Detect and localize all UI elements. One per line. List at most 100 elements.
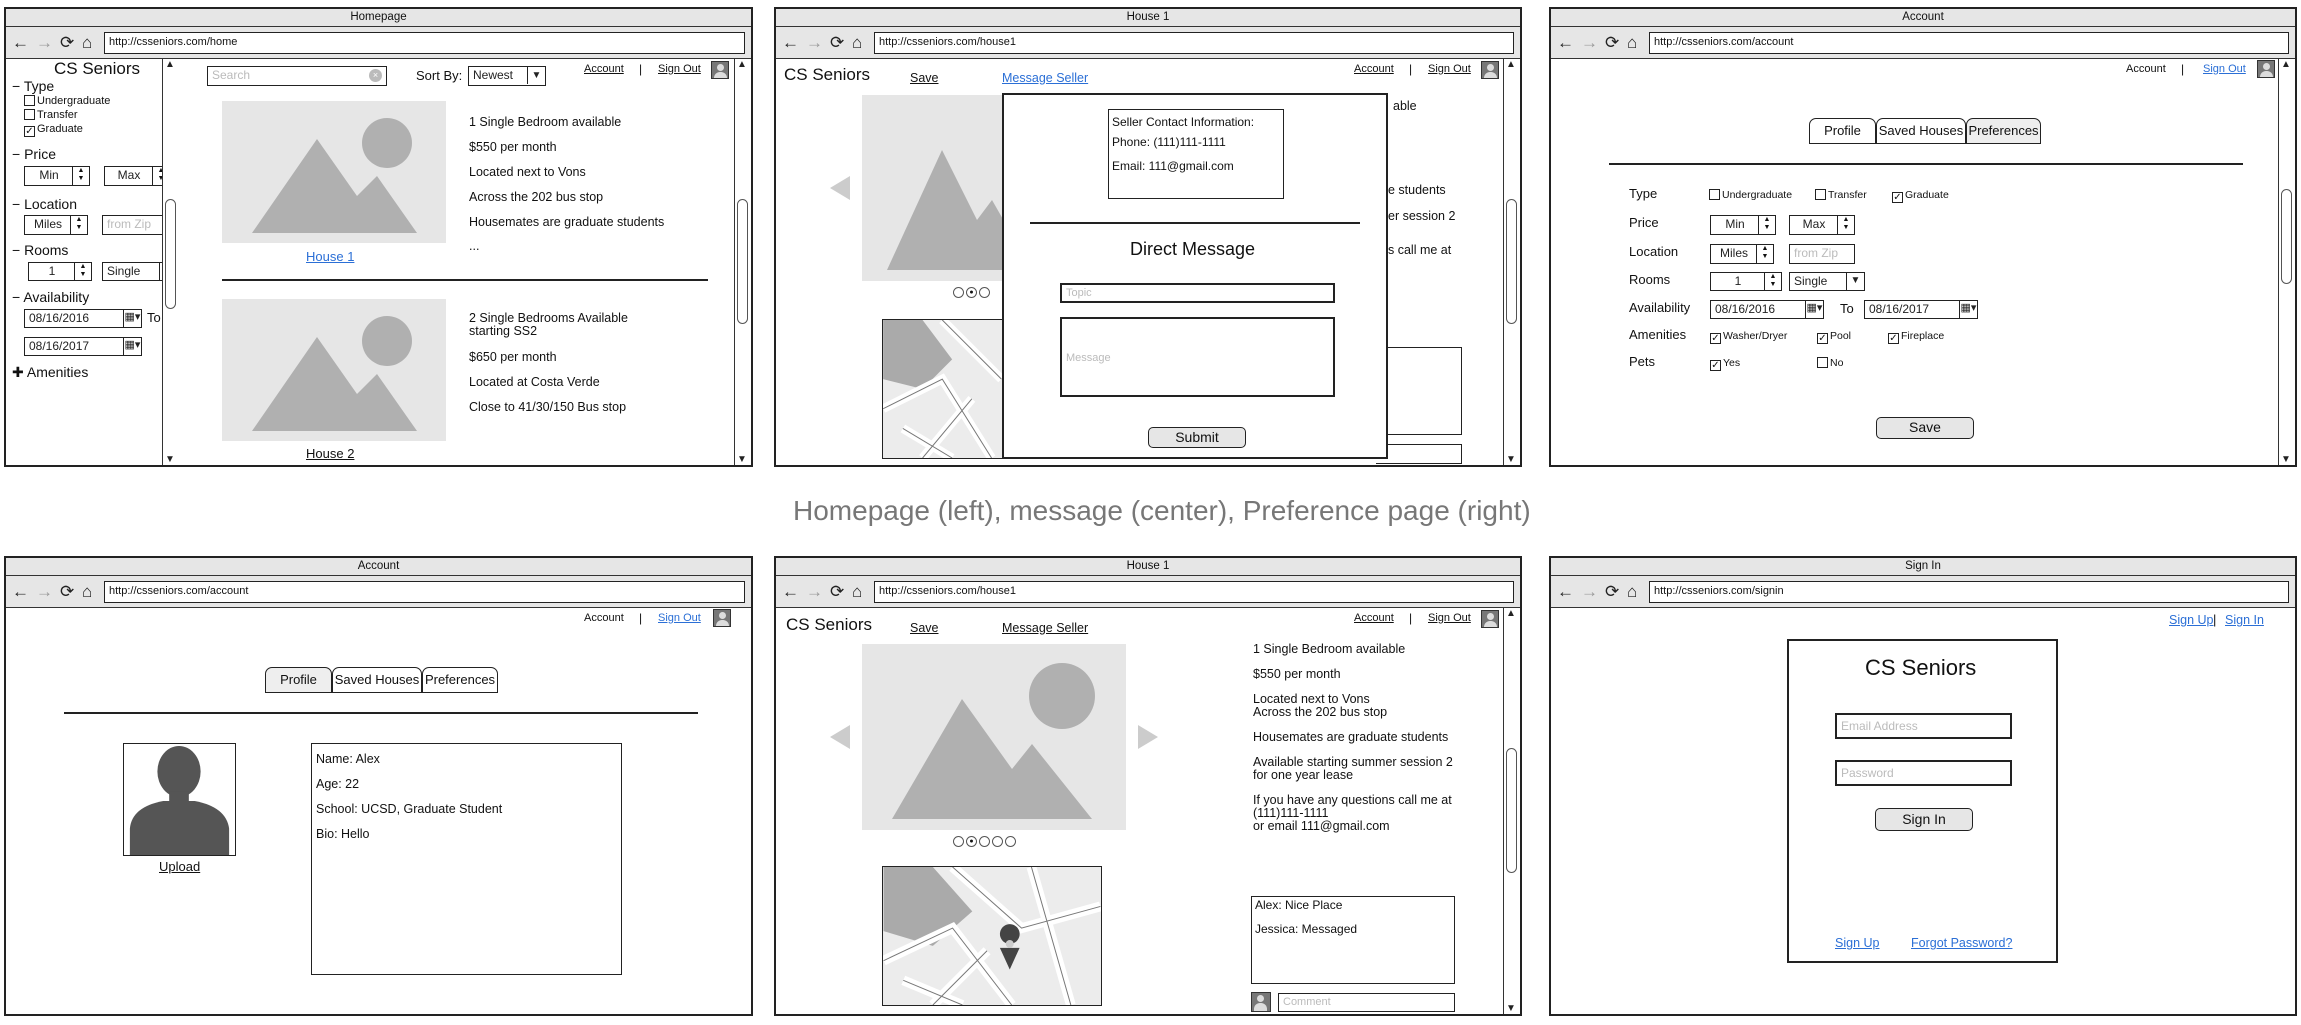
carousel-dot-icon[interactable] (979, 287, 990, 299)
forward-icon[interactable]: → (36, 33, 53, 53)
date-from-input[interactable]: 08/16/2016 ▦▾ (24, 309, 142, 328)
scroll-down-icon[interactable]: ▼ (165, 454, 175, 465)
save-link[interactable]: Save (910, 71, 939, 85)
sort-select[interactable]: Newest ▼ (468, 66, 546, 86)
date-from-input[interactable]: 08/16/2016 ▦▾ (1710, 300, 1824, 319)
address-bar[interactable]: http://csseniors.com/house1 (874, 581, 1514, 603)
pets-no[interactable]: No (1817, 357, 1843, 369)
sign-in-button[interactable]: Sign In (1875, 808, 1973, 831)
page-scrollbar[interactable]: ▲ ▼ (1503, 59, 1520, 465)
forward-icon[interactable]: → (1581, 33, 1598, 53)
tab-profile[interactable]: Profile (1809, 118, 1876, 144)
stepper-icon[interactable]: ▲ ▼ (1756, 244, 1774, 264)
refresh-icon[interactable]: ⟳ (60, 33, 74, 53)
amenity-washer-dryer[interactable]: ✓ Washer/Dryer (1710, 330, 1787, 344)
scroll-thumb[interactable] (1506, 199, 1517, 324)
type-option-graduate[interactable]: ✓ Graduate (1892, 189, 1949, 203)
address-bar[interactable]: http://csseniors.com/signin (1649, 581, 2289, 603)
profile-photo[interactable] (123, 743, 236, 856)
type-option-transfer[interactable]: Transfer (1815, 189, 1867, 201)
tab-profile[interactable]: Profile (265, 667, 332, 693)
forward-icon[interactable]: → (1581, 582, 1598, 602)
account-link[interactable]: Account (584, 63, 624, 75)
scroll-down-icon[interactable]: ▼ (1506, 454, 1516, 465)
sign-out-link[interactable]: Sign Out (658, 63, 701, 75)
carousel-dots[interactable]: ● (952, 285, 991, 299)
miles-input[interactable]: Miles (1710, 244, 1758, 264)
calendar-icon[interactable]: ▦▾ (123, 338, 141, 355)
clear-icon[interactable]: × (369, 69, 382, 82)
next-image-icon[interactable] (1138, 725, 1158, 749)
scroll-thumb[interactable] (737, 199, 748, 324)
save-preferences-button[interactable]: Save (1876, 417, 1974, 439)
pets-yes[interactable]: ✓ Yes (1710, 357, 1740, 371)
user-avatar-icon[interactable] (713, 609, 731, 627)
home-icon[interactable]: ⌂ (82, 582, 92, 602)
back-icon[interactable]: ← (1557, 33, 1574, 53)
back-icon[interactable]: ← (1557, 582, 1574, 602)
zip-input[interactable]: from Zip (102, 215, 170, 235)
message-seller-link[interactable]: Message Seller (1002, 71, 1088, 85)
date-to-input[interactable]: 08/16/2017 ▦▾ (24, 337, 142, 356)
address-bar[interactable]: http://csseniors.com/house1 (874, 32, 1514, 54)
carousel-dot-icon[interactable]: ● (966, 836, 977, 848)
search-input[interactable]: Search × (207, 66, 387, 86)
refresh-icon[interactable]: ⟳ (1605, 33, 1619, 53)
page-scrollbar[interactable]: ▲ ▼ (2278, 59, 2295, 465)
scroll-thumb[interactable] (2281, 189, 2292, 284)
amenities-filter-header[interactable]: ✚ Amenities (12, 364, 88, 381)
comment-input[interactable] (1376, 444, 1462, 464)
forward-icon[interactable]: → (806, 33, 823, 53)
tab-preferences[interactable]: Preferences (422, 667, 498, 693)
comment-input[interactable]: Comment (1278, 993, 1455, 1012)
user-avatar-icon[interactable] (2257, 60, 2275, 78)
account-link[interactable]: Account (1354, 612, 1394, 624)
carousel-dot-icon[interactable] (953, 287, 964, 299)
prev-image-icon[interactable] (830, 176, 850, 200)
price-max-input[interactable]: Max (104, 166, 154, 186)
room-type-select[interactable]: Single▼ (1789, 272, 1865, 291)
rooms-count-input[interactable]: 1 (28, 262, 76, 281)
scroll-up-icon[interactable]: ▲ (1506, 59, 1516, 70)
forward-icon[interactable]: → (806, 582, 823, 602)
back-icon[interactable]: ← (782, 33, 799, 53)
house-image[interactable] (862, 644, 1126, 830)
carousel-dot-icon[interactable] (992, 836, 1003, 848)
type-filter-header[interactable]: − Type (12, 78, 54, 94)
date-to-input[interactable]: 08/16/2017 ▦▾ (1864, 300, 1978, 319)
refresh-icon[interactable]: ⟳ (1605, 582, 1619, 602)
house-1-image[interactable] (222, 101, 446, 243)
sign-out-link[interactable]: Sign Out (1428, 63, 1471, 75)
type-option-undergraduate[interactable]: Undergraduate (24, 95, 110, 107)
refresh-icon[interactable]: ⟳ (830, 582, 844, 602)
type-option-transfer[interactable]: Transfer (24, 109, 78, 121)
scroll-up-icon[interactable]: ▲ (1506, 608, 1516, 619)
sign-up-link[interactable]: Sign Up (1835, 936, 1879, 950)
location-filter-header[interactable]: − Location (12, 196, 77, 212)
forward-icon[interactable]: → (36, 582, 53, 602)
calendar-icon[interactable]: ▦▾ (1805, 301, 1823, 318)
main-scrollbar[interactable]: ▲ ▼ (734, 59, 751, 465)
carousel-dots[interactable]: ● (952, 834, 1017, 848)
stepper-icon[interactable]: ▲ ▼ (1837, 215, 1855, 235)
miles-input[interactable]: Miles (24, 215, 72, 235)
stepper-icon[interactable]: ▲ ▼ (70, 215, 88, 235)
sign-out-link[interactable]: Sign Out (2203, 63, 2246, 75)
carousel-dot-icon[interactable] (979, 836, 990, 848)
rooms-filter-header[interactable]: − Rooms (12, 242, 68, 258)
amenity-pool[interactable]: ✓ Pool (1817, 330, 1851, 344)
house-2-link[interactable]: House 2 (306, 446, 354, 461)
scroll-down-icon[interactable]: ▼ (1506, 1003, 1516, 1014)
price-min-input[interactable]: Min (24, 166, 74, 186)
home-icon[interactable]: ⌂ (82, 33, 92, 53)
refresh-icon[interactable]: ⟳ (60, 582, 74, 602)
save-link[interactable]: Save (910, 621, 939, 635)
message-textarea[interactable]: Message (1060, 317, 1335, 397)
address-bar[interactable]: http://csseniors.com/home (104, 32, 745, 54)
sign-out-link[interactable]: Sign Out (1428, 612, 1471, 624)
carousel-dot-icon[interactable]: ● (966, 287, 977, 299)
carousel-dot-icon[interactable] (1005, 836, 1016, 848)
password-input[interactable]: Password (1835, 760, 2012, 786)
upload-link[interactable]: Upload (159, 859, 200, 874)
price-max-input[interactable]: Max (1789, 215, 1839, 235)
